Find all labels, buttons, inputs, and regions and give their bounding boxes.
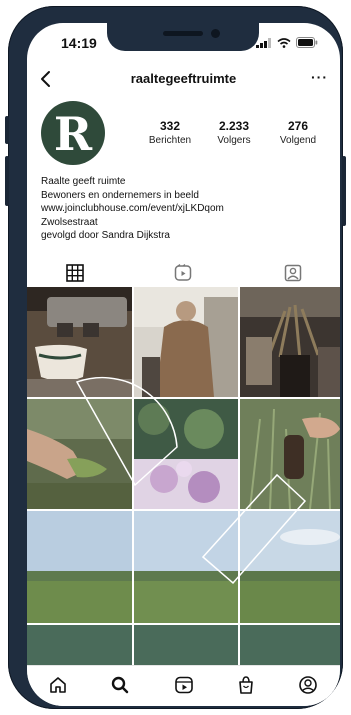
stat-posts[interactable]: 332 Berichten (135, 119, 205, 146)
search-icon[interactable] (109, 674, 131, 696)
bio-tagline: Bewoners en ondernemers in beeld (41, 189, 199, 201)
bottom-nav (27, 665, 340, 706)
post-thumbnail[interactable] (134, 287, 238, 397)
profile-username: raaltegeeftruimte (130, 71, 237, 86)
more-options-icon[interactable]: ··· (311, 69, 328, 85)
post-thumbnail[interactable] (134, 399, 238, 509)
post-thumbnail[interactable] (27, 511, 132, 623)
tagged-icon[interactable] (283, 263, 303, 283)
stat-label: Berichten (148, 135, 192, 146)
post-image (27, 287, 132, 397)
post-image (134, 399, 238, 509)
home-icon[interactable] (47, 674, 69, 696)
grid-icon[interactable] (65, 263, 85, 283)
bio-name: Raalte geeft ruimte (41, 176, 126, 187)
bio-link[interactable]: www.joinclubhouse.com/event/xjLKDqom (41, 202, 224, 216)
stat-label: Volgend (279, 135, 317, 146)
post-image (27, 511, 132, 623)
profile-icon[interactable] (297, 674, 319, 696)
stat-value: 2.233 (218, 119, 250, 133)
side-button (5, 156, 9, 206)
wifi-icon (277, 37, 291, 48)
stat-value: 276 (287, 119, 309, 133)
status-bar: 14:19 (27, 35, 340, 55)
post-thumbnail[interactable] (240, 287, 340, 397)
avatar-letter: R (53, 107, 93, 161)
reels-icon[interactable] (173, 263, 193, 283)
status-time: 14:19 (61, 35, 97, 51)
status-icons (256, 37, 318, 48)
post-image (27, 399, 132, 509)
bio-followed-by[interactable]: gevolgd door Sandra Dijkstra (41, 229, 224, 243)
side-button (342, 156, 346, 226)
posts-grid (27, 287, 340, 678)
reels-nav-icon[interactable] (173, 674, 195, 696)
stat-value: 332 (159, 119, 181, 133)
bio-location: Zwolsestraat (41, 216, 98, 228)
stat-followers[interactable]: 2.233 Volgers (199, 119, 269, 146)
post-image (240, 287, 340, 397)
post-thumbnail[interactable] (134, 511, 238, 623)
stat-label: Volgers (217, 135, 251, 146)
post-image (240, 511, 340, 623)
profile-bio: Raalte geeft ruimte Bewoners en ondernem… (41, 175, 224, 243)
avatar[interactable]: R (41, 101, 105, 165)
battery-icon (296, 37, 318, 48)
post-image (240, 399, 340, 509)
signal-icon (256, 37, 271, 48)
post-image (134, 287, 238, 397)
post-thumbnail[interactable] (27, 399, 132, 509)
post-image (134, 511, 238, 623)
phone-screen: 14:19 raaltegeeftruimte ··· R 332 Berich… (27, 23, 340, 706)
phone-frame: 14:19 raaltegeeftruimte ··· R 332 Berich… (5, 6, 346, 709)
profile-header: raaltegeeftruimte ··· (27, 67, 340, 93)
shop-icon[interactable] (235, 674, 257, 696)
post-thumbnail[interactable] (27, 287, 132, 397)
post-thumbnail[interactable] (240, 511, 340, 623)
side-button (5, 116, 9, 144)
post-thumbnail[interactable] (240, 399, 340, 509)
stat-following[interactable]: 276 Volgend (263, 119, 333, 146)
